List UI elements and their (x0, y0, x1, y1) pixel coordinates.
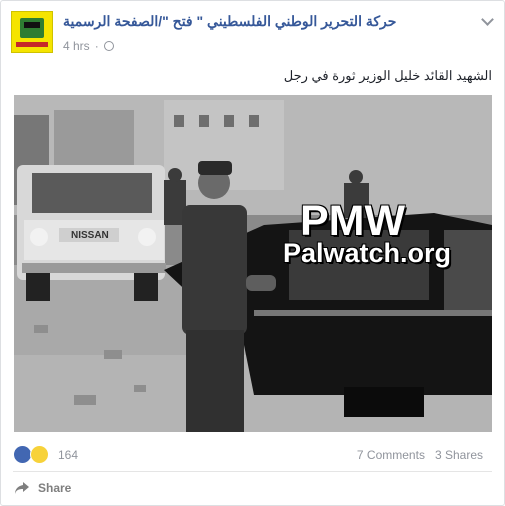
post-stats: 7 Comments 3 Shares (357, 448, 483, 462)
post-meta: 4 hrs · (63, 39, 114, 53)
globe-icon (103, 41, 114, 51)
post-card: حركة التحرير الوطني الفلسطيني " فتح "/ال… (0, 0, 505, 506)
chevron-down-icon[interactable] (481, 13, 494, 26)
shares-link[interactable]: 3 Shares (435, 448, 483, 462)
reaction-count: 164 (58, 447, 79, 462)
post-text: الشهيد القائد خليل الوزير ثورة في رجل (283, 68, 492, 83)
watermark-palwatch: Palwatch.org (283, 238, 452, 268)
comments-link[interactable]: 7 Comments (357, 448, 425, 462)
share-label: Share (38, 481, 72, 495)
page-avatar[interactable] (11, 11, 53, 53)
share-button[interactable]: Share (14, 481, 71, 495)
truck-plate-text: NISSAN (71, 230, 109, 241)
reactions-summary[interactable]: 164 (13, 445, 78, 464)
haha-reaction-icon (30, 445, 49, 464)
page-name-link[interactable]: حركة التحرير الوطني الفلسطيني " فتح "/ال… (63, 13, 396, 30)
divider (13, 471, 492, 472)
post-photo[interactable]: NISSAN PMW Palwatch.org (14, 95, 492, 432)
share-icon (15, 482, 29, 494)
post-time[interactable]: 4 hrs (63, 39, 90, 53)
